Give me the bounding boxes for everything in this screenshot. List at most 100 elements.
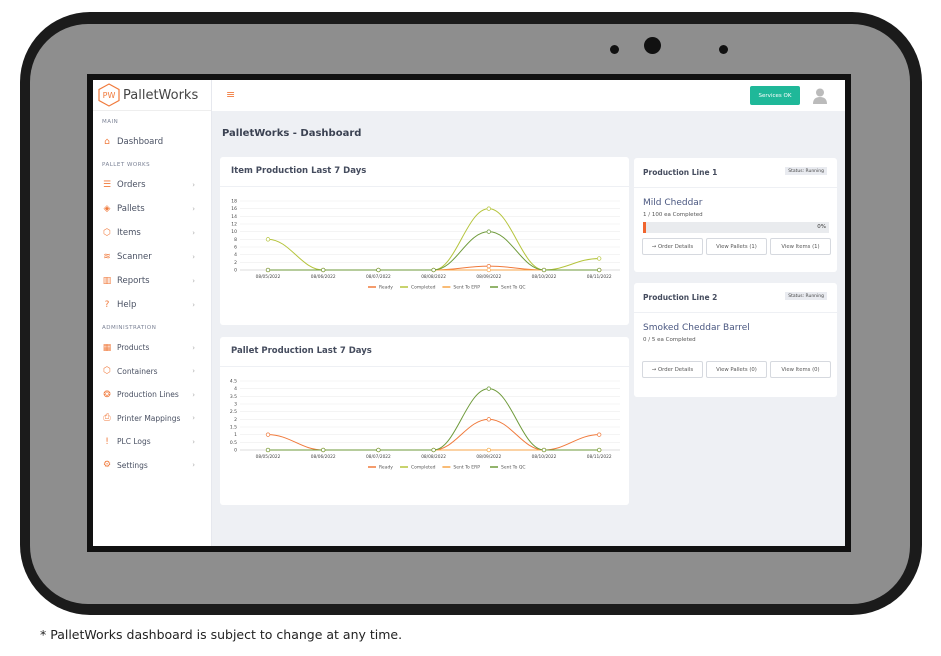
sidebar-item-scanner[interactable]: ≋ Scanner › [93, 245, 211, 269]
data-point [431, 267, 436, 273]
line-title: Production Line 1 [643, 168, 718, 177]
view-items-button[interactable]: View Items (1) [770, 238, 831, 255]
x-tick-label: 08/08/2022 [421, 274, 446, 280]
nav-section-label: MAIN [102, 119, 119, 125]
line-title: Production Line 2 [643, 293, 718, 302]
sidebar-item-plc-logs[interactable]: ! PLC Logs › [93, 430, 211, 454]
pallet-production-card: Pallet Production Last 7 Days 0 0.5 1 1.5 2 2… [220, 337, 629, 505]
sidebar-item-label: Containers [117, 366, 158, 376]
printer-icon: ⎙ [103, 413, 111, 424]
x-tick-label: 08/07/2022 [366, 454, 391, 460]
x-tick-label: 08/10/2022 [532, 274, 557, 280]
progress-label: 0% [817, 224, 826, 230]
data-point [265, 267, 271, 273]
data-point [321, 447, 326, 453]
view-items-button[interactable]: View Items (0) [770, 361, 831, 378]
pallet-production-chart: 0 0.5 11.5 2 2.53 3.5 44.5 08/05/2022 08/06/2022… [230, 379, 620, 471]
top-header: ≡ Services OK [212, 80, 845, 111]
chevron-right-icon: › [192, 390, 195, 399]
sidebar-item-label: Help [117, 300, 137, 310]
data-point [486, 386, 491, 391]
data-point [486, 264, 491, 269]
nav-section-label: ADMINISTRATION [102, 325, 157, 331]
sensor-dot [719, 45, 728, 54]
sidebar-item-help[interactable]: ? Help › [93, 293, 211, 317]
chevron-right-icon: › [192, 414, 195, 423]
sidebar-item-label: Printer Mappings [117, 413, 181, 423]
data-point [265, 237, 271, 242]
sidebar-item-printer-mappings[interactable]: ⎙ Printer Mappings › [93, 407, 211, 431]
data-point [265, 447, 271, 453]
sidebar-item-label: Reports [117, 276, 150, 286]
sidebar-item-label: Products [117, 343, 150, 353]
user-avatar-icon[interactable] [813, 88, 827, 104]
data-point [431, 447, 436, 453]
sidebar-item-dashboard[interactable]: ⌂ Dashboard [93, 130, 211, 154]
completed-count: 1 / 100 ea Completed [643, 212, 703, 218]
chevron-right-icon: › [192, 461, 195, 470]
chevron-right-icon: › [192, 367, 195, 376]
view-pallets-button[interactable]: View Pallets (1) [706, 238, 767, 255]
nav-section-label: PALLET WORKS [102, 162, 151, 168]
sidebar-item-containers[interactable]: ⬡ Containers › [93, 360, 211, 384]
data-point [486, 267, 491, 273]
sidebar-item-label: Dashboard [117, 137, 164, 147]
product-name: Mild Cheddar [643, 198, 703, 208]
services-status-button[interactable]: Services OK [750, 86, 800, 105]
home-icon: ⌂ [104, 137, 110, 147]
sidebar-item-label: Settings [117, 460, 148, 470]
y-tick-label: 2.5 [230, 409, 237, 415]
sidebar-item-orders[interactable]: ☰ Orders › [93, 173, 211, 197]
x-tick-label: 08/08/2022 [421, 454, 446, 460]
chevron-right-icon: › [192, 301, 195, 309]
y-tick-label: 0 [234, 268, 237, 274]
hamburger-menu-icon[interactable]: ≡ [226, 88, 235, 101]
chevron-right-icon: › [192, 343, 195, 352]
chevron-right-icon: › [192, 181, 195, 189]
y-tick-label: 4 [234, 386, 237, 392]
legend-label: Ready [379, 465, 393, 471]
app-window: PW PalletWorks MAIN ⌂ Dashboard PALLET WORK… [93, 80, 845, 546]
sidebar-item-production-lines[interactable]: ❂ Production Lines › [93, 383, 211, 407]
order-details-button[interactable]: → Order Details [642, 361, 703, 378]
sidebar-item-items[interactable]: ⬡ Items › [93, 221, 211, 245]
sidebar-item-pallets[interactable]: ◈ Pallets › [93, 197, 211, 221]
data-point [541, 447, 547, 453]
sidebar-item-settings[interactable]: ⚙ Settings › [93, 454, 211, 478]
sidebar-item-reports[interactable]: ▥ Reports › [93, 269, 211, 293]
x-tick-label: 08/10/2022 [532, 454, 557, 460]
order-details-button[interactable]: → Order Details [642, 238, 703, 255]
logo[interactable]: PW PalletWorks [93, 80, 211, 111]
data-point [486, 229, 491, 234]
brand-name: PalletWorks [123, 87, 199, 103]
y-tick-label: 8 [234, 237, 237, 243]
production-line-2-card: Production Line 2 Status: Running Smoked … [634, 283, 837, 397]
svg-text:PW: PW [103, 91, 116, 100]
y-tick-label: 0 [234, 448, 237, 454]
x-tick-label: 08/09/2022 [476, 274, 501, 280]
chevron-right-icon: › [192, 437, 195, 446]
x-tick-label: 08/07/2022 [366, 274, 391, 280]
item-production-card: Item Production Last 7 Days 0 2 4 6 8 10 12 14 1… [220, 157, 629, 325]
data-point [486, 417, 491, 422]
legend-label: Ready [379, 285, 393, 291]
progress-bar: 0% [643, 222, 829, 233]
progress-fill [643, 222, 646, 233]
sidebar-item-products[interactable]: ▦ Products › [93, 336, 211, 360]
y-tick-label: 0.5 [230, 440, 237, 446]
data-point [486, 206, 491, 211]
chevron-right-icon: › [192, 277, 195, 285]
box-icon: ⬡ [103, 366, 111, 377]
chevron-right-icon: › [192, 253, 195, 261]
y-tick-label: 12 [231, 222, 237, 228]
legend-label: Sent To QC [501, 285, 526, 291]
globe-icon: ❂ [103, 389, 111, 400]
y-tick-label: 6 [234, 245, 237, 251]
page-title: PalletWorks - Dashboard [222, 128, 362, 139]
view-pallets-button[interactable]: View Pallets (0) [706, 361, 767, 378]
camera-icon [644, 37, 661, 54]
data-point [376, 447, 381, 453]
x-tick-label: 08/06/2022 [311, 454, 336, 460]
legend-label: Completed [411, 285, 436, 291]
box-icon: ⬡ [103, 228, 111, 238]
